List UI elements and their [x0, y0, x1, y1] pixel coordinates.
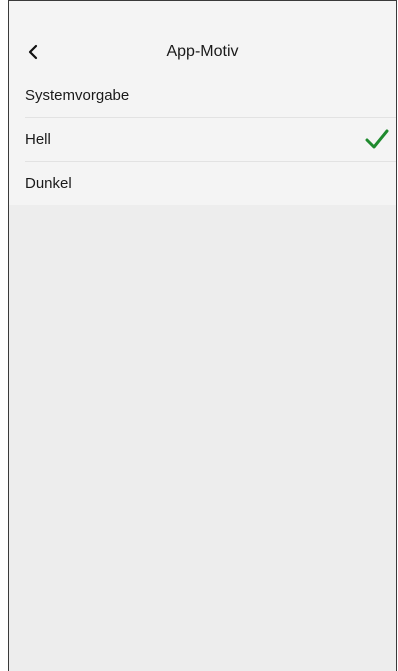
option-label: Dunkel — [25, 174, 72, 192]
theme-option-system[interactable]: Systemvorgabe — [9, 73, 396, 117]
page-title: App-Motiv — [166, 43, 239, 60]
option-label: Hell — [25, 130, 51, 148]
theme-option-light[interactable]: Hell — [9, 117, 396, 161]
checkmark-icon — [365, 129, 389, 149]
app-screen: App-Motiv Systemvorgabe Hell Dunkel — [8, 0, 397, 671]
top-bar: App-Motiv — [9, 1, 396, 73]
option-label: Systemvorgabe — [25, 86, 130, 104]
theme-option-dark[interactable]: Dunkel — [9, 161, 396, 205]
theme-option-list: Systemvorgabe Hell Dunkel — [9, 73, 396, 205]
